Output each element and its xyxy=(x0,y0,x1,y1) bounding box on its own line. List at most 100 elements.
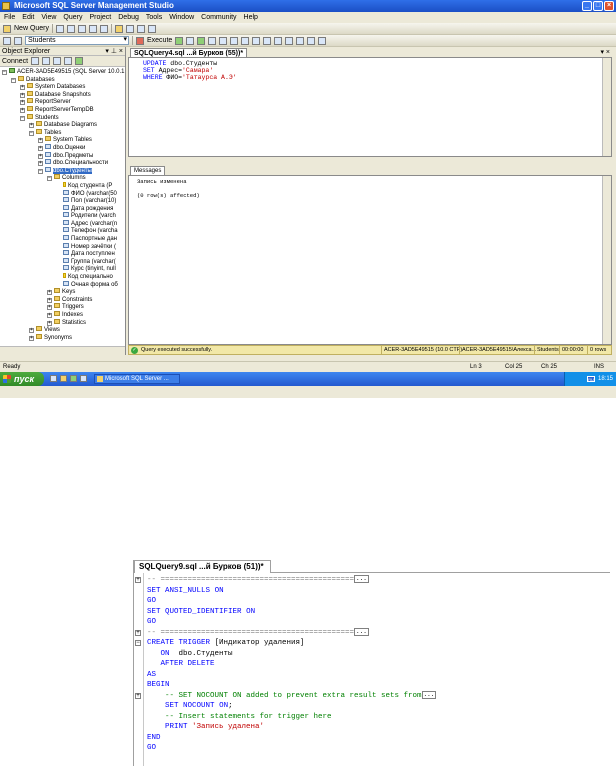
include-plan-icon[interactable] xyxy=(230,36,239,45)
tree-node[interactable]: + Triggers xyxy=(0,303,125,311)
ie-icon[interactable] xyxy=(50,375,57,382)
tree-node[interactable]: + System Databases xyxy=(0,83,125,91)
tree-node[interactable]: Курс (tinyint, null xyxy=(0,265,125,273)
expand-icon[interactable]: + xyxy=(47,313,52,318)
query-editor[interactable]: UPDATE dbo.Студенты SET Адрес='Самара' WHE… xyxy=(128,57,612,157)
tree-node[interactable]: + System Tables xyxy=(0,136,125,144)
expand-icon[interactable]: + xyxy=(20,85,25,91)
expand-icon[interactable]: + xyxy=(47,290,52,296)
close-button[interactable]: × xyxy=(604,1,614,11)
activity-monitor-icon[interactable] xyxy=(148,24,157,33)
tree-node[interactable]: − Databases xyxy=(0,75,125,84)
vertical-scrollbar[interactable] xyxy=(602,58,611,156)
change-connection-icon[interactable] xyxy=(14,36,22,45)
tree-node[interactable]: − ACER-3AD5E49515 (SQL Server 10.0.1... xyxy=(0,68,125,76)
tree-node[interactable]: + Synonyms xyxy=(0,333,125,342)
connect-icon[interactable] xyxy=(31,57,40,65)
expand-icon[interactable]: + xyxy=(47,305,52,311)
explorer-icon[interactable] xyxy=(60,375,67,382)
media-icon[interactable] xyxy=(70,375,77,382)
tree-node[interactable]: + Constraints xyxy=(0,295,125,304)
tree-node[interactable]: Код специально xyxy=(0,273,125,281)
results-to-text-icon[interactable] xyxy=(241,36,250,45)
expand-icon[interactable]: + xyxy=(38,161,43,167)
tree-node[interactable]: − Students xyxy=(0,113,125,122)
tree-node[interactable]: Дата рождения xyxy=(0,204,125,213)
menu-item-community[interactable]: Community xyxy=(201,12,236,23)
stop-icon[interactable] xyxy=(53,57,62,65)
taskbar-button-ssms[interactable]: Microsoft SQL Server ... xyxy=(94,374,180,384)
menu-item-window[interactable]: Window xyxy=(169,12,194,23)
refresh-icon[interactable] xyxy=(75,57,84,65)
menu-item-tools[interactable]: Tools xyxy=(146,12,162,23)
collapsed-region-marker[interactable]: ... xyxy=(354,575,369,583)
save-icon[interactable] xyxy=(126,24,135,33)
tree-node[interactable]: Очная форма об xyxy=(0,280,125,289)
filter-icon[interactable] xyxy=(64,57,73,65)
connect-icon[interactable] xyxy=(3,36,11,45)
tree-node[interactable]: Номер зачётки ( xyxy=(0,242,125,251)
results-to-file-icon[interactable] xyxy=(263,36,272,45)
panel-pin-close-icons[interactable]: ▾ ⊥ × xyxy=(105,47,123,56)
collapse-icon[interactable]: − xyxy=(2,70,7,75)
collapse-icon[interactable]: − xyxy=(38,168,43,174)
execute-button[interactable]: Execute xyxy=(147,37,172,44)
open-file-icon[interactable] xyxy=(115,24,124,33)
tree-node[interactable]: ФИО (varchar(50 xyxy=(0,189,125,198)
expand-icon[interactable]: + xyxy=(38,145,43,151)
tree-node[interactable]: + dbo.Оценки xyxy=(0,143,125,152)
debug-icon[interactable] xyxy=(175,36,184,45)
tree-node[interactable]: − Columns xyxy=(0,174,125,182)
collapse-icon[interactable]: − xyxy=(47,176,52,182)
db-engine-query-icon[interactable] xyxy=(56,24,65,33)
tree-node[interactable]: Адрес (varchar(n xyxy=(0,219,125,228)
tree-node[interactable]: Паспортные дан xyxy=(0,235,125,243)
expand-icon[interactable]: + xyxy=(38,138,43,144)
mdx-query-icon[interactable] xyxy=(78,24,87,33)
collapse-icon[interactable]: − xyxy=(20,115,25,121)
tree-node[interactable]: + dbo.Специальности xyxy=(0,159,125,167)
cancel-query-icon[interactable] xyxy=(186,36,195,45)
uncomment-icon[interactable] xyxy=(285,36,294,45)
menu-item-file[interactable]: File xyxy=(4,12,15,23)
query-designer-icon[interactable] xyxy=(219,36,228,45)
horizontal-scrollbar[interactable] xyxy=(0,346,125,355)
start-button[interactable]: пуск xyxy=(0,372,44,386)
save-all-icon[interactable] xyxy=(137,24,146,33)
menu-item-project[interactable]: Project xyxy=(89,12,111,23)
tree-node[interactable]: Родители (varch xyxy=(0,212,125,220)
expand-icon[interactable]: + xyxy=(29,328,34,334)
connect-dropdown[interactable]: Connect xyxy=(2,56,28,67)
display-plan-icon[interactable] xyxy=(208,36,217,45)
tree-node[interactable]: Код студента (P xyxy=(0,181,125,190)
collapse-icon[interactable]: − xyxy=(11,77,16,83)
expand-icon[interactable]: + xyxy=(29,123,34,129)
tree-node[interactable]: + Statistics xyxy=(0,318,125,327)
query-tab[interactable]: SQLQuery9.sql ...й Бурков (51))* xyxy=(134,560,271,573)
tree-node[interactable]: − dbo.Студенты xyxy=(0,166,125,175)
specify-values-icon[interactable] xyxy=(318,36,327,45)
menu-item-debug[interactable]: Debug xyxy=(118,12,139,23)
vertical-scrollbar[interactable] xyxy=(602,176,611,344)
expand-icon[interactable]: + xyxy=(20,92,25,98)
available-databases-select[interactable]: Students xyxy=(25,36,129,45)
expand-icon[interactable]: + xyxy=(47,320,52,326)
decrease-indent-icon[interactable] xyxy=(296,36,305,45)
tree-node[interactable]: Пол (varchar(10) xyxy=(0,197,125,205)
expand-icon[interactable]: + xyxy=(29,335,34,341)
tree-node[interactable]: + Database Snapshots xyxy=(0,90,125,99)
tree-node[interactable]: − Tables xyxy=(0,128,125,137)
tree-node[interactable]: + Views xyxy=(0,326,125,334)
tree-node[interactable]: + Keys xyxy=(0,288,125,296)
sqlce-query-icon[interactable] xyxy=(100,24,109,33)
disconnect-icon[interactable] xyxy=(42,57,51,65)
tree-node[interactable]: + Database Diagrams xyxy=(0,121,125,129)
expand-region-icon[interactable]: + xyxy=(135,629,141,636)
tree-node[interactable]: Группа (varchar( xyxy=(0,257,125,266)
increase-indent-icon[interactable] xyxy=(307,36,316,45)
expand-region-icon[interactable]: + xyxy=(135,692,141,699)
collapse-region-icon[interactable]: − xyxy=(135,640,141,646)
language-indicator[interactable]: RU xyxy=(587,376,595,382)
results-to-grid-icon[interactable] xyxy=(252,36,261,45)
expand-icon[interactable]: + xyxy=(20,100,25,106)
